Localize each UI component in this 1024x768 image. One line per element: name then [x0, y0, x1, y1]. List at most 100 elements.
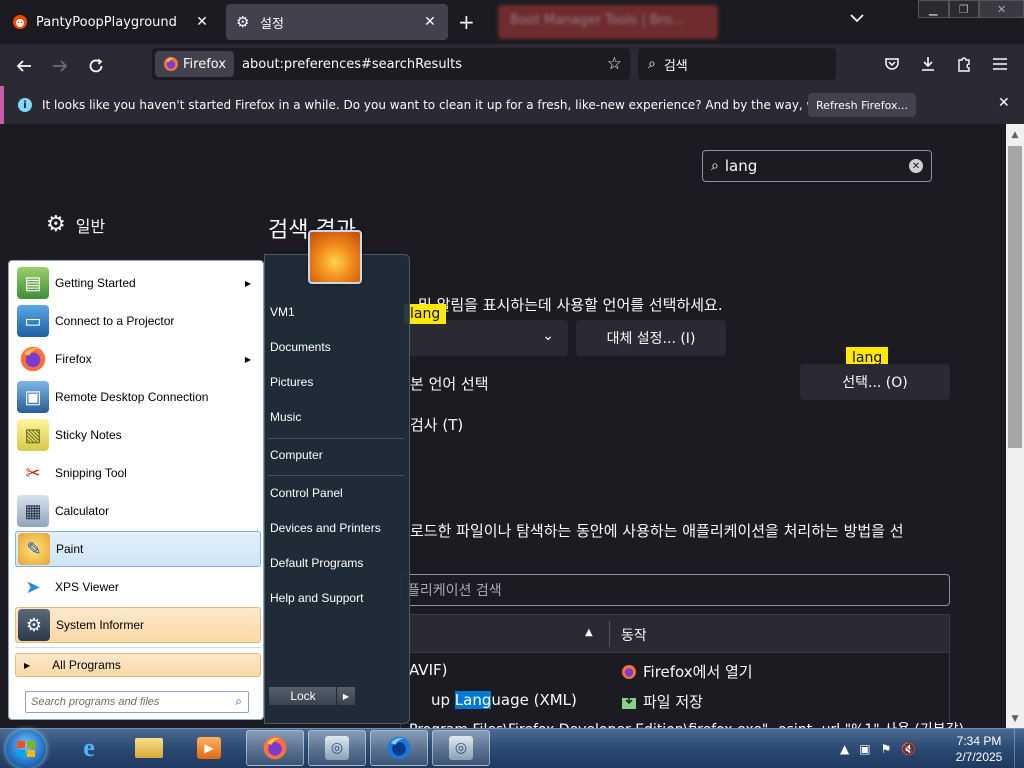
program-label: Paint	[56, 542, 84, 556]
program-snipping-tool[interactable]: ✂ Snipping Tool	[15, 455, 261, 491]
system-informer-icon: ⚙	[18, 609, 50, 641]
column-header-action[interactable]: 동작	[621, 625, 647, 645]
system-tray: ▲ ▣ ⚑ 🔇	[840, 735, 926, 763]
taskbar-clock[interactable]: 7:34 PM 2/7/2025	[944, 733, 1014, 765]
show-desktop-button[interactable]	[1014, 729, 1024, 768]
program-remote-desktop[interactable]: ▣ Remote Desktop Connection	[15, 379, 261, 415]
start-link-music[interactable]: Music	[270, 410, 301, 424]
pocket-icon[interactable]	[882, 54, 902, 74]
close-tab-icon[interactable]: ✕	[194, 14, 210, 30]
firefox-icon	[622, 664, 636, 679]
program-connect-projector[interactable]: ▭ Connect to a Projector	[15, 303, 261, 339]
extensions-puzzle-icon[interactable]	[954, 54, 974, 74]
maximize-button[interactable]: ❐	[948, 0, 980, 18]
start-link-control-panel[interactable]: Control Panel	[270, 486, 343, 500]
shutdown-options-arrow-icon[interactable]: ▶	[336, 686, 356, 706]
back-arrow-icon	[16, 60, 31, 72]
tab-settings[interactable]: ⚙ 설정 ✕	[226, 4, 448, 40]
start-link-help-support[interactable]: Help and Support	[270, 591, 363, 605]
all-programs-button[interactable]: ▶ All Programs	[15, 653, 261, 677]
program-label: Sticky Notes	[55, 428, 122, 442]
close-window-button[interactable]: ✕	[979, 0, 1024, 18]
choose-language-button[interactable]: 선택... (O)	[800, 364, 950, 400]
table-row-type[interactable]: up Language (XML)	[431, 691, 577, 709]
start-menu-programs-pane: ▤ Getting Started ▶ ▭ Connect to a Proje…	[8, 260, 264, 720]
table-row-action[interactable]: 파일 저장	[621, 691, 703, 712]
start-link-pictures[interactable]: Pictures	[270, 375, 313, 389]
clock-time: 7:34 PM	[956, 734, 1002, 748]
bookmark-star-icon[interactable]: ☆	[607, 54, 622, 74]
table-row-type[interactable]: AVIF)	[409, 661, 447, 679]
start-search-input[interactable]: Search programs and files ⌕	[25, 691, 249, 713]
taskbar-firefox-dev[interactable]	[370, 730, 428, 766]
tab-title: PantyPoopPlayground	[36, 14, 177, 30]
taskbar-installer[interactable]: ◎	[432, 730, 490, 766]
start-link-documents[interactable]: Documents	[270, 340, 331, 354]
reload-button[interactable]	[82, 52, 110, 80]
scrollbar-thumb[interactable]	[1008, 146, 1022, 448]
list-all-tabs-chevron-icon[interactable]	[850, 12, 864, 27]
paint-icon: ✎	[18, 533, 50, 565]
blurred-tab[interactable]: Boot Manager Tools | Bro...	[498, 5, 718, 39]
hamburger-menu-icon[interactable]	[990, 54, 1010, 74]
program-sticky-notes[interactable]: ▧ Sticky Notes	[15, 417, 261, 453]
taskbar-internet-explorer[interactable]: e	[60, 730, 118, 766]
expand-arrow-icon: ▶	[24, 660, 31, 670]
program-calculator[interactable]: ▦ Calculator	[15, 493, 261, 529]
start-link-vm1[interactable]: VM1	[270, 305, 295, 319]
show-hidden-icons-icon[interactable]: ▲	[840, 742, 849, 756]
scroll-up-icon[interactable]: ▲	[1006, 126, 1024, 144]
start-link-computer[interactable]: Computer	[270, 448, 323, 462]
program-paint[interactable]: ✎ Paint	[15, 531, 261, 567]
scroll-down-icon[interactable]: ▼	[1006, 710, 1024, 728]
column-divider	[609, 621, 610, 647]
notification-message: It looks like you haven't started Firefo…	[42, 98, 898, 112]
forward-button[interactable]	[46, 52, 74, 80]
taskbar-firefox[interactable]	[246, 730, 304, 766]
new-tab-button[interactable]: +	[458, 10, 475, 34]
sort-ascending-icon[interactable]: ▲	[585, 627, 593, 638]
all-programs-label: All Programs	[52, 658, 121, 672]
applications-search-placeholder: 플리케이션 검색	[407, 583, 502, 599]
tab-pantypoopplayground[interactable]: PantyPoopPlayground ✕	[2, 4, 220, 40]
clear-search-icon[interactable]: ✕	[909, 159, 923, 173]
taskbar-setup-app[interactable]: ◎	[308, 730, 366, 766]
table-row-action[interactable]: Firefox에서 열기	[621, 661, 753, 682]
action-center-flag-icon[interactable]: ⚑	[881, 742, 892, 756]
divider	[15, 647, 261, 648]
downloads-icon[interactable]	[918, 54, 938, 74]
close-notification-icon[interactable]: ✕	[998, 95, 1010, 111]
back-button[interactable]	[10, 52, 38, 80]
identity-box[interactable]: Firefox	[155, 51, 235, 77]
minimize-button[interactable]: ▁	[918, 0, 949, 18]
preferences-search-field[interactable]: ⌕ lang ✕	[702, 150, 932, 182]
start-button[interactable]	[6, 730, 46, 768]
taskbar-media-player[interactable]: ▶	[180, 730, 238, 766]
url-text[interactable]: about:preferences#searchResults	[242, 57, 630, 72]
language-select[interactable]: ⌄	[400, 320, 568, 356]
web-language-text: 본 언어 선택	[410, 375, 489, 393]
search-icon[interactable]: ⌕	[235, 694, 242, 709]
search-bar[interactable]: ⌕ 검색	[638, 48, 836, 80]
program-label: Snipping Tool	[55, 466, 127, 480]
category-general[interactable]: ⚙ 일반	[46, 212, 105, 237]
firefox-icon	[164, 57, 178, 71]
program-getting-started[interactable]: ▤ Getting Started ▶	[15, 265, 261, 301]
start-link-devices-printers[interactable]: Devices and Printers	[270, 521, 381, 535]
program-xps-viewer[interactable]: ➤ XPS Viewer	[15, 569, 261, 605]
table-row-partial[interactable]: Program Files\Firefox Developer Edition\…	[409, 719, 964, 728]
close-tab-icon[interactable]: ✕	[422, 14, 438, 30]
alternatives-button[interactable]: 대체 설정... (I)	[576, 320, 726, 356]
applications-search-field[interactable]: 플리케이션 검색	[400, 574, 950, 606]
program-firefox[interactable]: Firefox ▶	[15, 341, 261, 377]
start-link-default-programs[interactable]: Default Programs	[270, 556, 363, 570]
refresh-firefox-button[interactable]: Refresh Firefox...	[808, 93, 916, 117]
volume-muted-icon[interactable]: 🔇	[901, 742, 916, 756]
taskbar-file-explorer[interactable]	[120, 730, 178, 766]
user-account-picture[interactable]	[308, 230, 362, 284]
program-system-informer[interactable]: ⚙ System Informer	[15, 607, 261, 643]
calculator-icon: ▦	[17, 495, 49, 527]
network-icon[interactable]: ▣	[859, 742, 870, 756]
url-bar[interactable]: Firefox about:preferences#searchResults …	[152, 48, 630, 80]
lock-button[interactable]: Lock	[268, 686, 338, 706]
